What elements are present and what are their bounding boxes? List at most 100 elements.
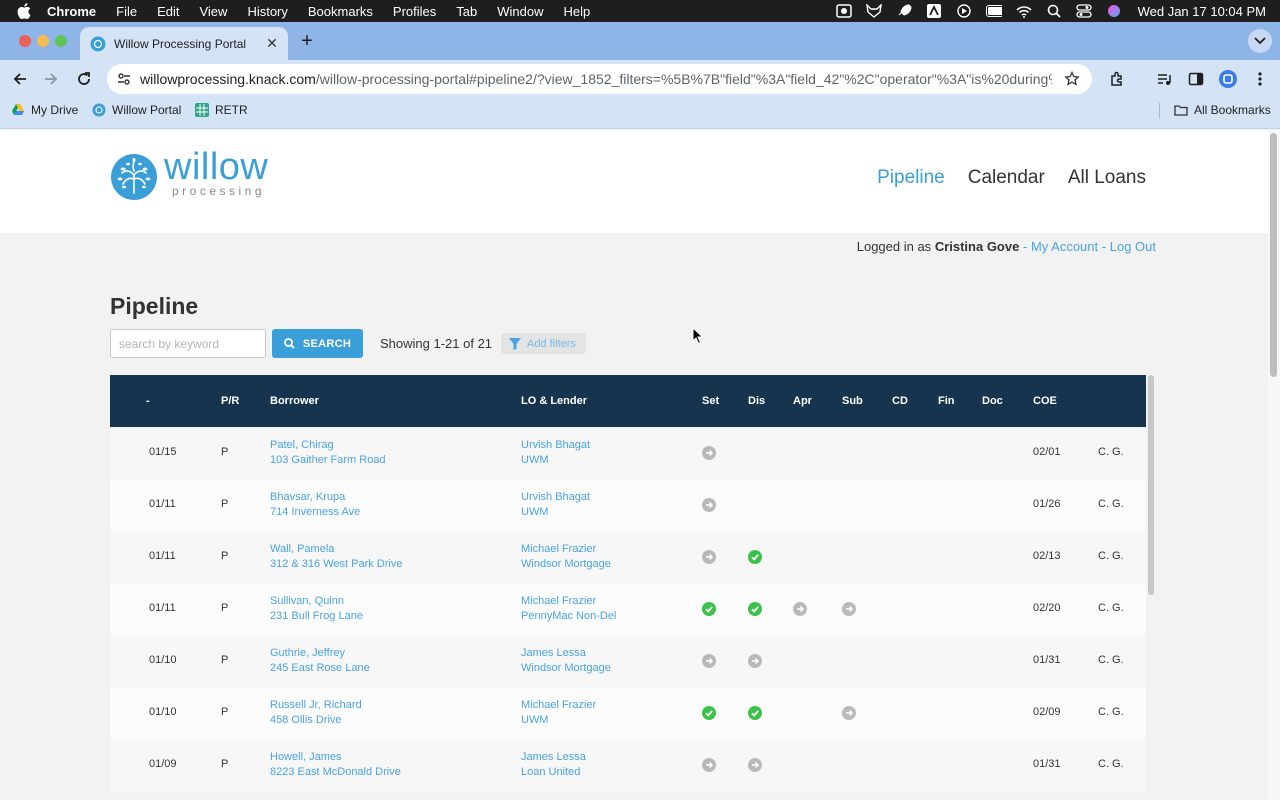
new-tab-button[interactable]: + bbox=[297, 30, 317, 53]
menu-file[interactable]: File bbox=[116, 4, 137, 19]
rocket-icon[interactable] bbox=[896, 4, 912, 18]
column-header-sub[interactable]: Sub bbox=[842, 395, 863, 407]
lo-lender-link[interactable]: Michael Frazier PennyMac Non-Del bbox=[521, 594, 616, 624]
apple-icon[interactable] bbox=[17, 3, 31, 19]
table-scrollbar[interactable] bbox=[1146, 375, 1156, 800]
reload-icon[interactable] bbox=[74, 69, 94, 89]
menu-view[interactable]: View bbox=[199, 4, 227, 19]
bookmark-my-drive[interactable]: My Drive bbox=[11, 103, 78, 117]
back-arrow-icon[interactable] bbox=[10, 69, 30, 89]
column-header-date[interactable]: - bbox=[146, 395, 150, 407]
battery-icon[interactable] bbox=[985, 4, 1002, 18]
borrower-link[interactable]: Bhavsar, Krupa 714 Inverness Ave bbox=[270, 490, 360, 520]
status-pending-arrow-icon[interactable] bbox=[842, 706, 856, 720]
menu-window[interactable]: Window bbox=[497, 4, 543, 19]
borrower-link[interactable]: Sullivan, Quinn 231 Bull Frog Lane bbox=[270, 594, 363, 624]
status-pending-arrow-icon[interactable] bbox=[702, 498, 716, 512]
status-complete-check-icon[interactable] bbox=[702, 706, 716, 720]
nav-calendar[interactable]: Calendar bbox=[968, 167, 1045, 189]
siri-icon[interactable] bbox=[1106, 4, 1122, 18]
bookmark-willow-portal[interactable]: Willow Portal bbox=[92, 103, 181, 117]
status-pending-arrow-icon[interactable] bbox=[748, 758, 762, 772]
menu-app-name[interactable]: Chrome bbox=[47, 4, 96, 19]
table-row[interactable]: 01/10 P 02/09 C. G. Russell Jr, Richard 458 O… bbox=[110, 687, 1146, 739]
column-header-coe[interactable]: COE bbox=[1033, 395, 1057, 407]
column-header-cd[interactable]: CD bbox=[892, 395, 908, 407]
table-row[interactable]: 01/11 P 01/26 C. G. Bhavsar, Krupa 714 Invern… bbox=[110, 479, 1146, 531]
lo-lender-link[interactable]: Michael Frazier Windsor Mortgage bbox=[521, 542, 611, 572]
column-header-set[interactable]: Set bbox=[702, 395, 719, 407]
fox-icon[interactable] bbox=[865, 4, 882, 18]
status-pending-arrow-icon[interactable] bbox=[702, 654, 716, 668]
borrower-link[interactable]: Patel, Chirag 103 Gaither Farm Road bbox=[270, 438, 386, 468]
site-info-icon[interactable] bbox=[116, 71, 132, 87]
profile-avatar-icon[interactable] bbox=[1218, 69, 1238, 89]
nav-all-loans[interactable]: All Loans bbox=[1068, 167, 1146, 189]
status-complete-check-icon[interactable] bbox=[748, 602, 762, 616]
my-account-link[interactable]: My Account bbox=[1031, 239, 1098, 254]
wifi-icon[interactable] bbox=[1016, 4, 1032, 18]
menu-help[interactable]: Help bbox=[564, 4, 591, 19]
menu-edit[interactable]: Edit bbox=[157, 4, 179, 19]
bookmark-star-icon[interactable] bbox=[1064, 71, 1080, 87]
tab-close-icon[interactable]: ✕ bbox=[264, 35, 280, 52]
table-row[interactable]: 01/11 P 02/13 C. G. Wall, Pamela 312 & 316 We… bbox=[110, 531, 1146, 583]
menu-tab[interactable]: Tab bbox=[456, 4, 477, 19]
borrower-link[interactable]: Guthrie, Jeffrey 245 East Rose Lane bbox=[270, 646, 370, 676]
side-panel-icon[interactable] bbox=[1186, 69, 1206, 89]
table-row[interactable]: 01/09 P 01/31 C. G. Howell, James 8223 East M… bbox=[110, 739, 1146, 791]
status-pending-arrow-icon[interactable] bbox=[702, 758, 716, 772]
nav-pipeline[interactable]: Pipeline bbox=[877, 167, 945, 189]
tab-search-button[interactable] bbox=[1248, 29, 1272, 53]
url-text[interactable]: willowprocessing.knack.com/willow-proces… bbox=[140, 71, 1052, 87]
table-scrollbar-thumb[interactable] bbox=[1148, 375, 1154, 595]
status-pending-arrow-icon[interactable] bbox=[842, 602, 856, 616]
table-row[interactable]: 01/10 P 01/31 C. G. Guthrie, Jeffrey 245 East… bbox=[110, 635, 1146, 687]
lo-lender-link[interactable]: James Lessa Windsor Mortgage bbox=[521, 646, 611, 676]
bookmark-retr[interactable]: RETR bbox=[195, 103, 248, 117]
media-controls-icon[interactable] bbox=[1154, 69, 1174, 89]
borrower-link[interactable]: Russell Jr, Richard 458 Ollis Drive bbox=[270, 698, 362, 728]
column-header-apr[interactable]: Apr bbox=[793, 395, 812, 407]
status-app-icon[interactable] bbox=[835, 4, 852, 18]
column-header-fin[interactable]: Fin bbox=[938, 395, 955, 407]
borrower-link[interactable]: Wall, Pamela 312 & 316 West Park Drive bbox=[270, 542, 402, 572]
menu-bookmarks[interactable]: Bookmarks bbox=[308, 4, 373, 19]
window-close-button[interactable] bbox=[19, 35, 31, 47]
search-button[interactable]: SEARCH bbox=[272, 329, 363, 358]
lo-lender-link[interactable]: Urvish Bhagat UWM bbox=[521, 490, 590, 520]
column-header-borrower[interactable]: Borrower bbox=[270, 395, 319, 407]
table-row[interactable]: 01/15 P 02/01 C. G. Patel, Chirag 103 Gaither… bbox=[110, 427, 1146, 479]
status-complete-check-icon[interactable] bbox=[748, 706, 762, 720]
column-header-pr[interactable]: P/R bbox=[221, 395, 239, 407]
forward-arrow-icon[interactable] bbox=[41, 69, 61, 89]
borrower-link[interactable]: Howell, James 8223 East McDonald Drive bbox=[270, 750, 401, 780]
extensions-puzzle-icon[interactable] bbox=[1107, 69, 1127, 89]
status-complete-check-icon[interactable] bbox=[748, 550, 762, 564]
log-out-link[interactable]: Log Out bbox=[1110, 239, 1156, 254]
menu-history[interactable]: History bbox=[247, 4, 287, 19]
control-center-icon[interactable] bbox=[1075, 4, 1092, 18]
browser-tab-active[interactable]: Willow Processing Portal ✕ bbox=[80, 27, 288, 60]
status-pending-arrow-icon[interactable] bbox=[702, 550, 716, 564]
status-pending-arrow-icon[interactable] bbox=[702, 446, 716, 460]
column-header-doc[interactable]: Doc bbox=[982, 395, 1003, 407]
column-header-dis[interactable]: Dis bbox=[748, 395, 765, 407]
lo-lender-link[interactable]: James Lessa Loan United bbox=[521, 750, 586, 780]
willow-logo[interactable]: willow processing bbox=[110, 146, 284, 202]
play-icon[interactable] bbox=[956, 4, 972, 18]
lo-lender-link[interactable]: Urvish Bhagat UWM bbox=[521, 438, 590, 468]
page-scrollbar-thumb[interactable] bbox=[1270, 133, 1277, 377]
more-menu-icon[interactable] bbox=[1250, 69, 1270, 89]
address-bar[interactable]: willowprocessing.knack.com/willow-proces… bbox=[107, 64, 1092, 94]
add-filters-button[interactable]: Add filters bbox=[501, 333, 586, 354]
lo-lender-link[interactable]: Michael Frazier UWM bbox=[521, 698, 596, 728]
search-input[interactable] bbox=[110, 329, 266, 358]
column-header-lo-lender[interactable]: LO & Lender bbox=[521, 395, 587, 407]
text-app-icon[interactable] bbox=[926, 4, 942, 18]
status-pending-arrow-icon[interactable] bbox=[748, 654, 762, 668]
all-bookmarks-button[interactable]: All Bookmarks bbox=[1174, 103, 1271, 117]
table-row[interactable]: 01/11 P 02/20 C. G. Sullivan, Quinn 231 Bull … bbox=[110, 583, 1146, 635]
status-complete-check-icon[interactable] bbox=[702, 602, 716, 616]
status-pending-arrow-icon[interactable] bbox=[793, 602, 807, 616]
